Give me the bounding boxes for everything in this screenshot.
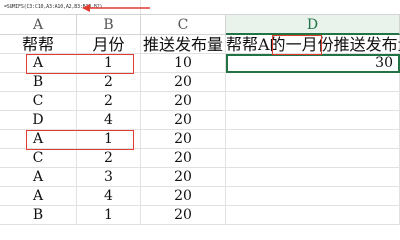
- cell-a[interactable]: B: [0, 206, 77, 225]
- cell-c[interactable]: 20: [141, 73, 226, 92]
- column-header-d[interactable]: D: [226, 15, 400, 35]
- cell-c[interactable]: 20: [141, 92, 226, 111]
- cell-d[interactable]: [226, 149, 400, 168]
- spreadsheet-grid[interactable]: A B C D 帮帮 月份 推送发布量 帮帮A的一月份推送发布量 A 1 10 …: [0, 15, 400, 225]
- table-row: 帮帮 月份 推送发布量 帮帮A的一月份推送发布量: [0, 35, 400, 54]
- red-arrow-icon: [82, 4, 150, 12]
- column-header-a[interactable]: A: [0, 15, 77, 35]
- cell-c-header[interactable]: 推送发布量: [141, 35, 226, 54]
- cell-c[interactable]: 20: [141, 111, 226, 130]
- cell-a[interactable]: A: [0, 168, 77, 187]
- cell-a[interactable]: D: [0, 111, 77, 130]
- cell-d[interactable]: [226, 92, 400, 111]
- cell-c[interactable]: 20: [141, 206, 226, 225]
- cell-d[interactable]: [226, 206, 400, 225]
- cell-a[interactable]: B: [0, 73, 77, 92]
- table-row: B 2 20: [0, 73, 400, 92]
- cell-a[interactable]: A: [0, 187, 77, 206]
- highlight-box-january: [272, 35, 322, 55]
- cell-c[interactable]: 10: [141, 54, 226, 73]
- cell-d[interactable]: [226, 111, 400, 130]
- cell-b[interactable]: 3: [77, 168, 141, 187]
- table-row: D 4 20: [0, 111, 400, 130]
- table-row: C 2 20: [0, 92, 400, 111]
- table-row: A 3 20: [0, 168, 400, 187]
- cell-d[interactable]: [226, 73, 400, 92]
- cell-a-header[interactable]: 帮帮: [0, 35, 77, 54]
- cell-a[interactable]: C: [0, 149, 77, 168]
- column-header-b[interactable]: B: [77, 15, 141, 35]
- table-row: B 1 20: [0, 206, 400, 225]
- cell-d[interactable]: [226, 168, 400, 187]
- cell-a[interactable]: C: [0, 92, 77, 111]
- cell-b[interactable]: 1: [77, 206, 141, 225]
- cell-c[interactable]: 20: [141, 149, 226, 168]
- cell-c[interactable]: 20: [141, 168, 226, 187]
- cell-d[interactable]: [226, 187, 400, 206]
- cell-d-header-suffix: 推送发布量: [333, 35, 400, 54]
- cell-b[interactable]: 2: [77, 92, 141, 111]
- active-cell-selection[interactable]: [226, 54, 400, 73]
- table-row: A 4 20: [0, 187, 400, 206]
- cell-b[interactable]: 4: [77, 187, 141, 206]
- column-header-c[interactable]: C: [141, 15, 226, 35]
- cell-b[interactable]: 2: [77, 73, 141, 92]
- highlight-box-row-7: [26, 130, 134, 150]
- cell-c[interactable]: 20: [141, 130, 226, 149]
- cell-b-header[interactable]: 月份: [77, 35, 141, 54]
- cell-d[interactable]: [226, 130, 400, 149]
- cell-b[interactable]: 4: [77, 111, 141, 130]
- table-row: C 2 20: [0, 149, 400, 168]
- cell-b[interactable]: 2: [77, 149, 141, 168]
- cell-c[interactable]: 20: [141, 187, 226, 206]
- formula-bar[interactable]: =SUMIFS(C3:C10,A3:A10,A2,B3:B10,B2): [0, 0, 400, 15]
- highlight-box-row-3: [26, 54, 134, 74]
